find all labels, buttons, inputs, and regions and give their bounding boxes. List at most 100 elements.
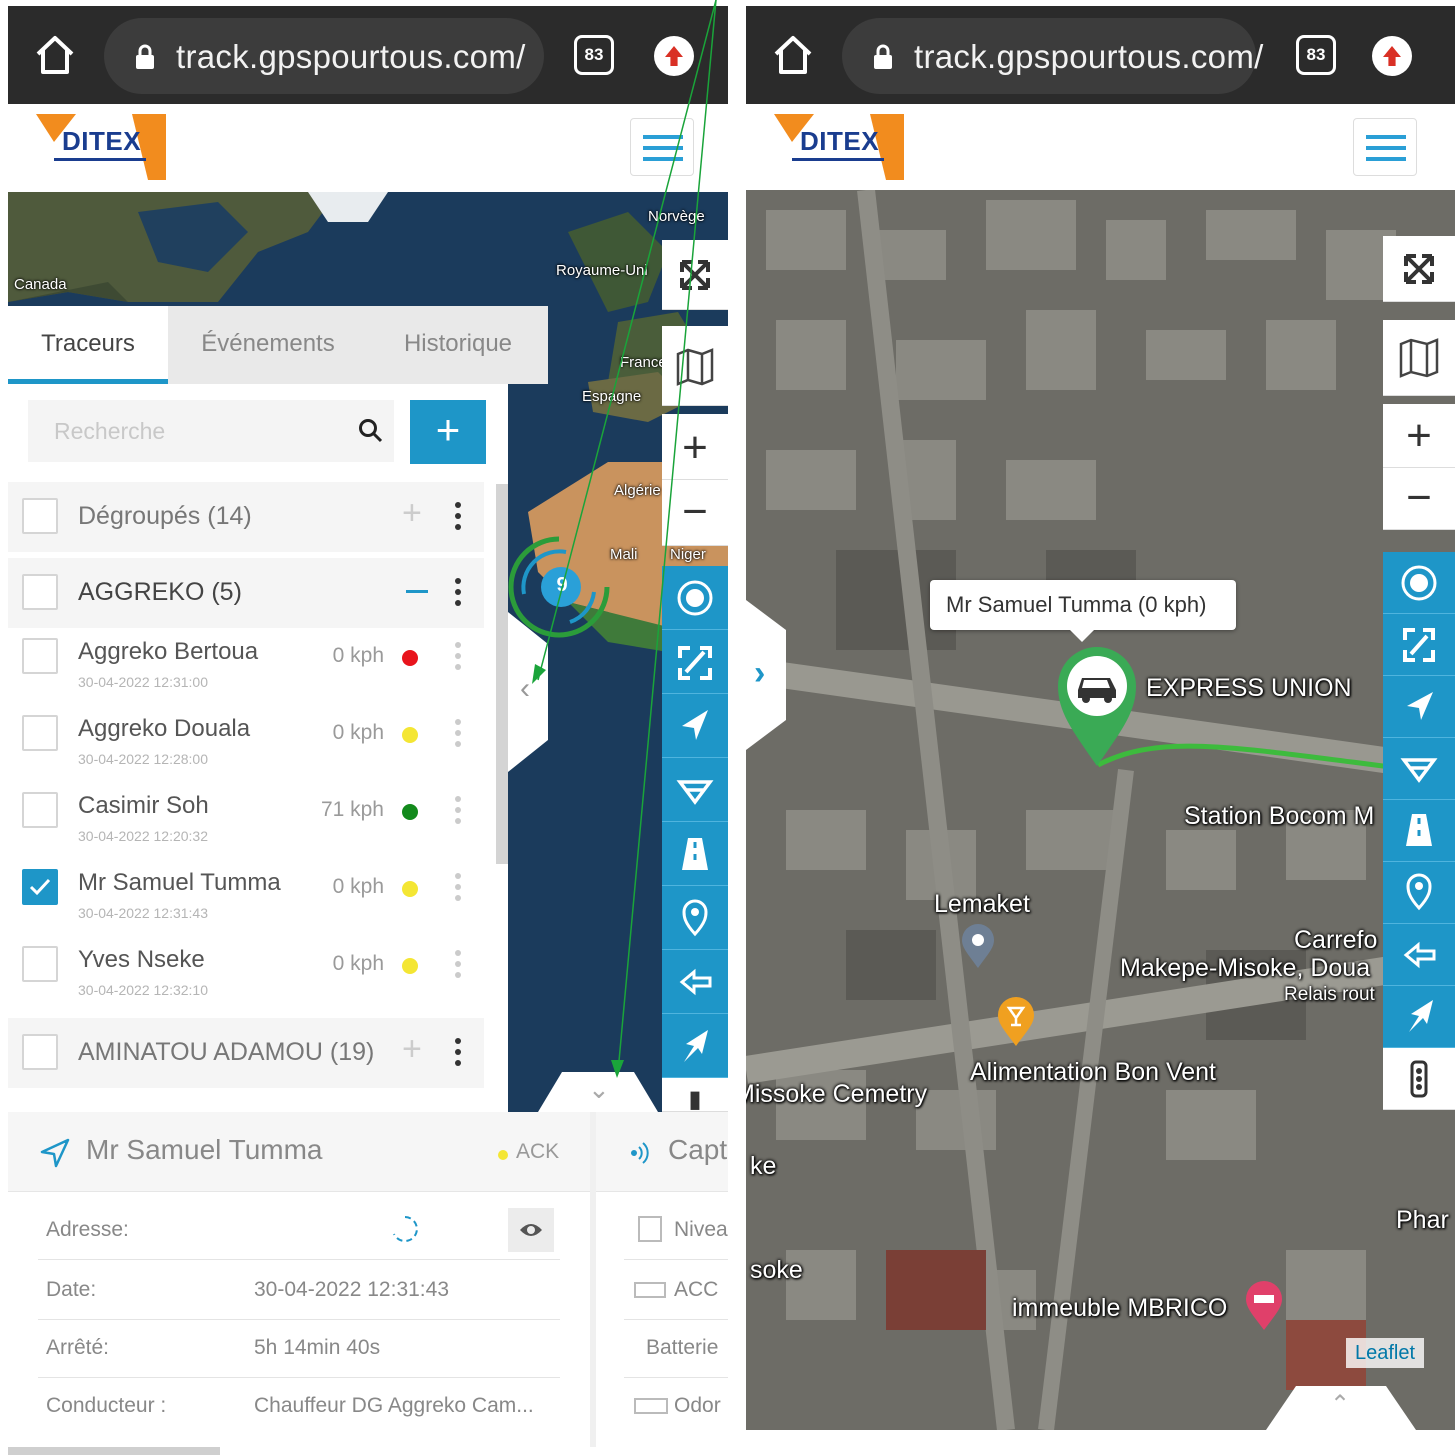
- zoom-out-button[interactable]: −: [1383, 468, 1455, 530]
- poi-pharmacy: Phar: [1396, 1206, 1449, 1234]
- fullscreen-button[interactable]: [662, 240, 728, 310]
- list-item[interactable]: Aggreko Douala 30-04-2022 12:28:00 0 kph: [8, 705, 484, 782]
- tracker-date: 30-04-2022 12:32:10: [78, 982, 208, 998]
- fit-bounds-button[interactable]: [662, 630, 728, 694]
- zoom-out-button[interactable]: −: [662, 480, 728, 546]
- show-address-button[interactable]: [508, 1208, 554, 1252]
- vehicle-marker[interactable]: [1052, 640, 1142, 770]
- tracker-name: Aggreko Douala: [78, 715, 251, 742]
- list-item[interactable]: Aggreko Bertoua 30-04-2022 12:31:00 0 kp…: [8, 628, 484, 705]
- traffic-button[interactable]: [1383, 1048, 1455, 1110]
- screenshot-divider: [736, 0, 746, 1455]
- poi-button[interactable]: [662, 886, 728, 950]
- zoom-in-button[interactable]: +: [662, 414, 728, 480]
- sensors-card: Capte Nivea ACC Batterie Odor: [596, 1112, 728, 1447]
- measure-button[interactable]: [662, 950, 728, 1014]
- tracker-checkbox[interactable]: [22, 638, 58, 674]
- address-bar[interactable]: track.gpspourtous.com/: [842, 18, 1263, 94]
- update-icon[interactable]: [654, 36, 694, 76]
- ditex-logo[interactable]: DITEX: [36, 114, 166, 180]
- road-button[interactable]: [1383, 800, 1455, 862]
- kebab-menu-icon[interactable]: [454, 873, 462, 903]
- poi-button[interactable]: [1383, 862, 1455, 924]
- url-text: track.gpspourtous.com/: [914, 38, 1264, 75]
- tab-history[interactable]: Historique: [368, 306, 548, 384]
- logo-underline: [54, 158, 146, 161]
- list-item[interactable]: Yves Nseke 30-04-2022 12:32:10 0 kph: [8, 936, 484, 1013]
- measure-button[interactable]: [1383, 924, 1455, 986]
- group-checkbox[interactable]: [22, 574, 58, 610]
- kebab-menu-icon[interactable]: [454, 502, 462, 532]
- fit-bounds-button[interactable]: [1383, 614, 1455, 676]
- kebab-menu-icon[interactable]: [454, 719, 462, 749]
- tracker-checkbox[interactable]: [22, 869, 58, 905]
- collapse-minus-icon[interactable]: [406, 590, 428, 593]
- route-button[interactable]: [662, 1014, 728, 1078]
- fullscreen-icon: [1404, 254, 1434, 284]
- poi-marker-lemaket[interactable]: [960, 922, 996, 970]
- group-row-aminatou[interactable]: AMINATOU ADAMOU (19) +: [8, 1018, 484, 1088]
- chevron-right-icon: ›: [754, 654, 766, 692]
- geofence-button[interactable]: [1383, 738, 1455, 800]
- horizontal-scrollbar[interactable]: [8, 1447, 220, 1455]
- menu-hamburger-button[interactable]: [630, 118, 694, 176]
- expand-plus-icon[interactable]: +: [402, 494, 422, 533]
- expand-plus-icon[interactable]: +: [402, 1030, 422, 1069]
- update-icon[interactable]: [1372, 36, 1412, 76]
- tab-switcher-button[interactable]: 83: [1296, 35, 1336, 75]
- tab-switcher-button[interactable]: 83: [574, 35, 614, 75]
- route-button[interactable]: [1383, 986, 1455, 1048]
- map-label-canada: Canada: [14, 276, 67, 293]
- list-item[interactable]: Mr Samuel Tumma 30-04-2022 12:31:43 0 kp…: [8, 859, 484, 936]
- ack-label[interactable]: ACK: [516, 1140, 559, 1164]
- cluster-toggle-button[interactable]: [662, 566, 728, 630]
- tracker-name: Yves Nseke: [78, 946, 205, 973]
- tracker-checkbox[interactable]: [22, 715, 58, 751]
- satellite-map[interactable]: Mr Samuel Tumma (0 kph) EXPRESS UNION St…: [746, 190, 1455, 1430]
- add-tracker-button[interactable]: +: [410, 400, 486, 464]
- tab-events[interactable]: Événements: [168, 306, 368, 384]
- poi-marker-immeuble[interactable]: [1244, 1280, 1284, 1332]
- kebab-menu-icon[interactable]: [454, 950, 462, 980]
- map-layers-button[interactable]: [1383, 320, 1455, 396]
- group-row-ungrouped[interactable]: Dégroupés (14) +: [8, 482, 484, 552]
- road-button[interactable]: [662, 822, 728, 886]
- poi-marker-alimentation[interactable]: [996, 996, 1036, 1048]
- menu-hamburger-button[interactable]: [1353, 118, 1417, 176]
- fullscreen-button[interactable]: [1383, 236, 1455, 302]
- ack-status-dot: [498, 1150, 508, 1160]
- sidebar-scrollbar[interactable]: [496, 484, 508, 864]
- tracker-checkbox[interactable]: [22, 946, 58, 982]
- kebab-menu-icon[interactable]: [454, 1038, 462, 1068]
- kebab-menu-icon[interactable]: [454, 796, 462, 826]
- map-layers-button[interactable]: [662, 326, 728, 406]
- cluster-toggle-button[interactable]: [1383, 552, 1455, 614]
- leaflet-attribution[interactable]: Leaflet: [1346, 1338, 1424, 1368]
- poi-ke: ke: [750, 1152, 777, 1180]
- kebab-menu-icon[interactable]: [454, 642, 462, 672]
- search-input[interactable]: Recherche: [28, 400, 394, 462]
- tracker-checkbox[interactable]: [22, 792, 58, 828]
- geofence-button[interactable]: [662, 758, 728, 822]
- list-item[interactable]: Casimir Soh 30-04-2022 12:20:32 71 kph: [8, 782, 484, 859]
- group-checkbox[interactable]: [22, 498, 58, 534]
- ditex-logo[interactable]: DITEX: [774, 114, 904, 180]
- sensor-row: ACC: [624, 1262, 728, 1320]
- group-checkbox[interactable]: [22, 1034, 58, 1070]
- send-arrow-icon: [1409, 1000, 1433, 1032]
- kebab-menu-icon[interactable]: [454, 578, 462, 608]
- vehicle-popup[interactable]: Mr Samuel Tumma (0 kph): [930, 580, 1236, 642]
- hotel-pin-icon: [1246, 1281, 1282, 1330]
- home-icon[interactable]: [30, 30, 80, 80]
- tab-trackers[interactable]: Traceurs: [8, 306, 168, 384]
- group-row-aggreko[interactable]: AGGREKO (5): [8, 558, 484, 628]
- info-row-address: Adresse:: [38, 1202, 560, 1260]
- follow-button[interactable]: [1383, 676, 1455, 738]
- search-icon[interactable]: [358, 418, 384, 444]
- more-controls-button[interactable]: ▮: [662, 1078, 728, 1112]
- follow-button[interactable]: [662, 694, 728, 758]
- zoom-in-button[interactable]: +: [1383, 404, 1455, 468]
- address-bar[interactable]: track.gpspourtous.com/: [104, 18, 544, 94]
- home-icon[interactable]: [768, 30, 818, 80]
- info-label: Conducteur :: [46, 1394, 167, 1417]
